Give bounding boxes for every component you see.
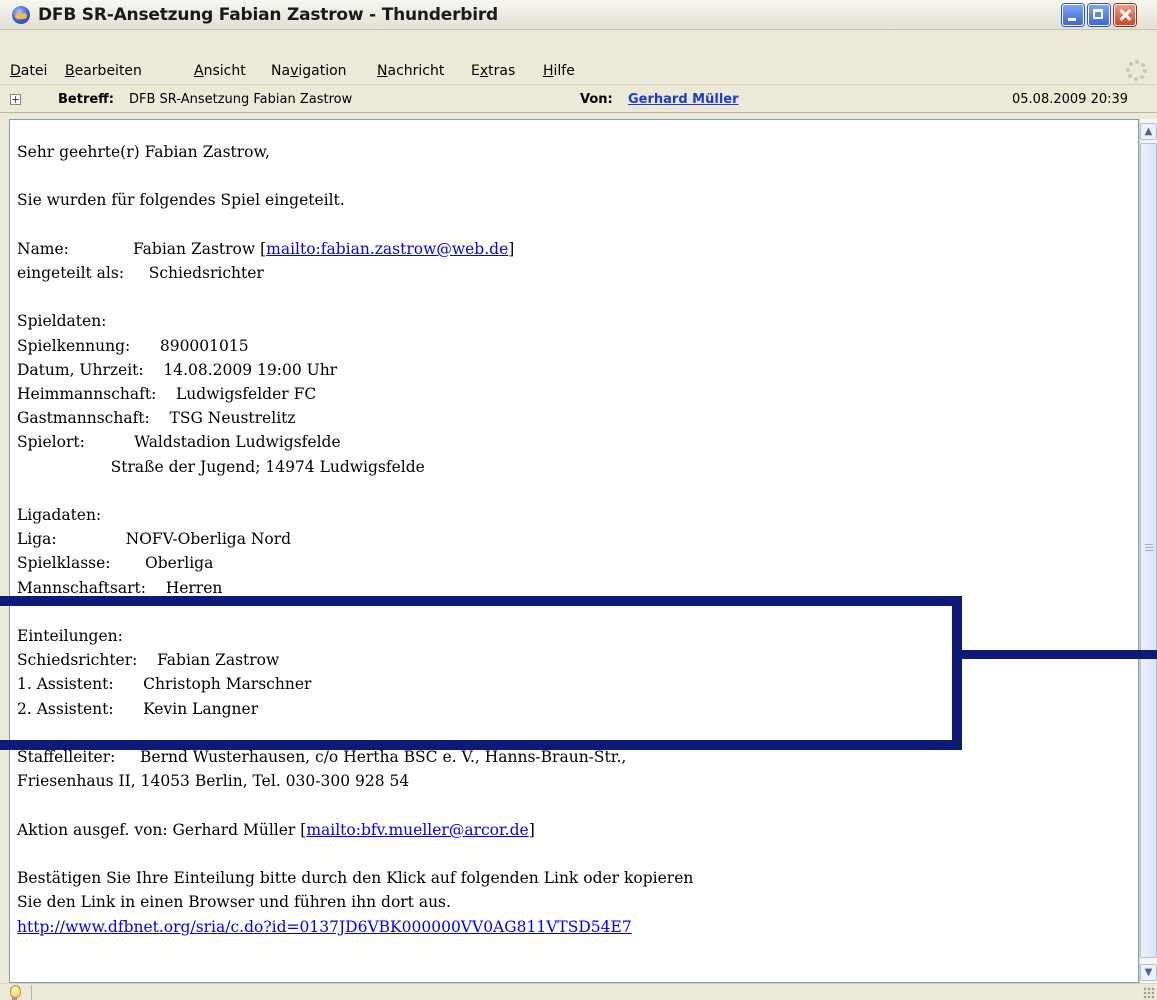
message-body-pane[interactable]: Sehr geehrte(r) Fabian Zastrow, Sie wurd… (9, 119, 1139, 983)
menu-navigation[interactable]: Navigation (271, 63, 347, 79)
scroll-down-button[interactable]: ▼ (1140, 964, 1157, 981)
message-date: 05.08.2009 20:39 (1012, 92, 1129, 107)
menu-hilfe[interactable]: Hilfe (543, 63, 575, 79)
from-link[interactable]: Gerhard Müller (628, 92, 739, 107)
menu-extras[interactable]: Extras (471, 63, 515, 79)
scroll-up-button[interactable]: ▲ (1140, 123, 1157, 140)
scroll-thumb[interactable] (1140, 143, 1157, 958)
close-button[interactable] (1114, 4, 1136, 26)
lightbulb-icon (10, 985, 21, 1000)
status-divider (31, 985, 32, 1000)
vertical-scrollbar[interactable]: ▲ ▼ (1139, 119, 1157, 983)
menu-nachricht[interactable]: Nachricht (377, 63, 444, 79)
menu-bar: Datei Bearbeiten Ansicht Navigation Nach… (0, 59, 1157, 85)
title-bar[interactable]: DFB SR-Ansetzung Fabian Zastrow - Thunde… (0, 0, 1157, 30)
menu-bearbeiten[interactable]: Bearbeiten (65, 63, 142, 79)
status-bar (0, 983, 1157, 1000)
from-label: Von: (580, 92, 613, 107)
highlight-pointer-line (962, 650, 1157, 659)
message-header: + Betreff: DFB SR-Ansetzung Fabian Zastr… (0, 88, 1157, 113)
subject-label: Betreff: (58, 92, 114, 107)
maximize-button[interactable] (1088, 4, 1110, 26)
subject-value: DFB SR-Ansetzung Fabian Zastrow (129, 92, 353, 107)
thunderbird-icon (12, 6, 30, 24)
grip-icon (1145, 544, 1153, 553)
activity-throbber-icon (1126, 59, 1148, 81)
minimize-button[interactable] (1062, 4, 1084, 26)
mailto-link-mueller[interactable]: mailto:bfv.mueller@arcor.de (306, 821, 528, 839)
message-body: Sehr geehrte(r) Fabian Zastrow, Sie wurd… (17, 143, 694, 936)
menu-ansicht[interactable]: Ansicht (194, 63, 246, 79)
confirm-link[interactable]: http://www.dfbnet.org/sria/c.do?id=0137J… (17, 918, 632, 936)
menu-datei[interactable]: Datei (10, 63, 47, 79)
thunderbird-window: DFB SR-Ansetzung Fabian Zastrow - Thunde… (0, 0, 1157, 1000)
resize-grip-icon[interactable] (1143, 987, 1155, 999)
expand-header-icon[interactable]: + (10, 94, 21, 105)
window-title: DFB SR-Ansetzung Fabian Zastrow - Thunde… (38, 5, 499, 25)
highlight-box (0, 596, 962, 750)
mailto-link-zastrow[interactable]: mailto:fabian.zastrow@web.de (266, 240, 508, 258)
